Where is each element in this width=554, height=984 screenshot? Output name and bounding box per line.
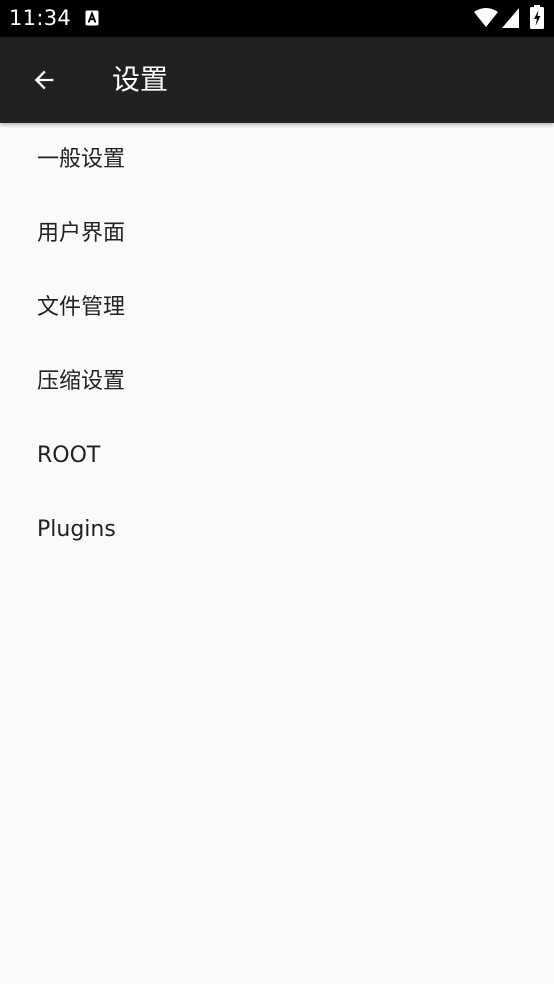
status-bar: 11:34 — [0, 0, 554, 37]
settings-item-label: ROOT — [37, 443, 101, 468]
settings-item-plugins[interactable]: Plugins — [0, 493, 554, 567]
settings-item-root[interactable]: ROOT — [0, 419, 554, 493]
app-toolbar: 设置 — [0, 37, 554, 123]
settings-item-general[interactable]: 一般设置 — [0, 123, 554, 197]
text-a-icon — [85, 10, 99, 26]
settings-item-label: 文件管理 — [37, 295, 126, 320]
battery-icon — [530, 5, 544, 29]
status-time: 11:34 — [9, 6, 72, 30]
settings-item-label: 一般设置 — [37, 147, 126, 172]
settings-item-file-management[interactable]: 文件管理 — [0, 271, 554, 345]
settings-item-user-interface[interactable]: 用户界面 — [0, 197, 554, 271]
back-button[interactable] — [16, 52, 72, 108]
settings-item-compression[interactable]: 压缩设置 — [0, 345, 554, 419]
page-title: 设置 — [112, 63, 169, 96]
settings-item-label: 压缩设置 — [37, 369, 126, 394]
settings-list: 一般设置 用户界面 文件管理 压缩设置 ROOT Plugins — [0, 123, 554, 567]
settings-item-label: 用户界面 — [37, 221, 126, 246]
settings-item-label: Plugins — [37, 517, 116, 542]
wifi-icon — [474, 8, 498, 27]
cell-signal-icon — [502, 8, 519, 28]
arrow-back-icon — [34, 70, 54, 90]
